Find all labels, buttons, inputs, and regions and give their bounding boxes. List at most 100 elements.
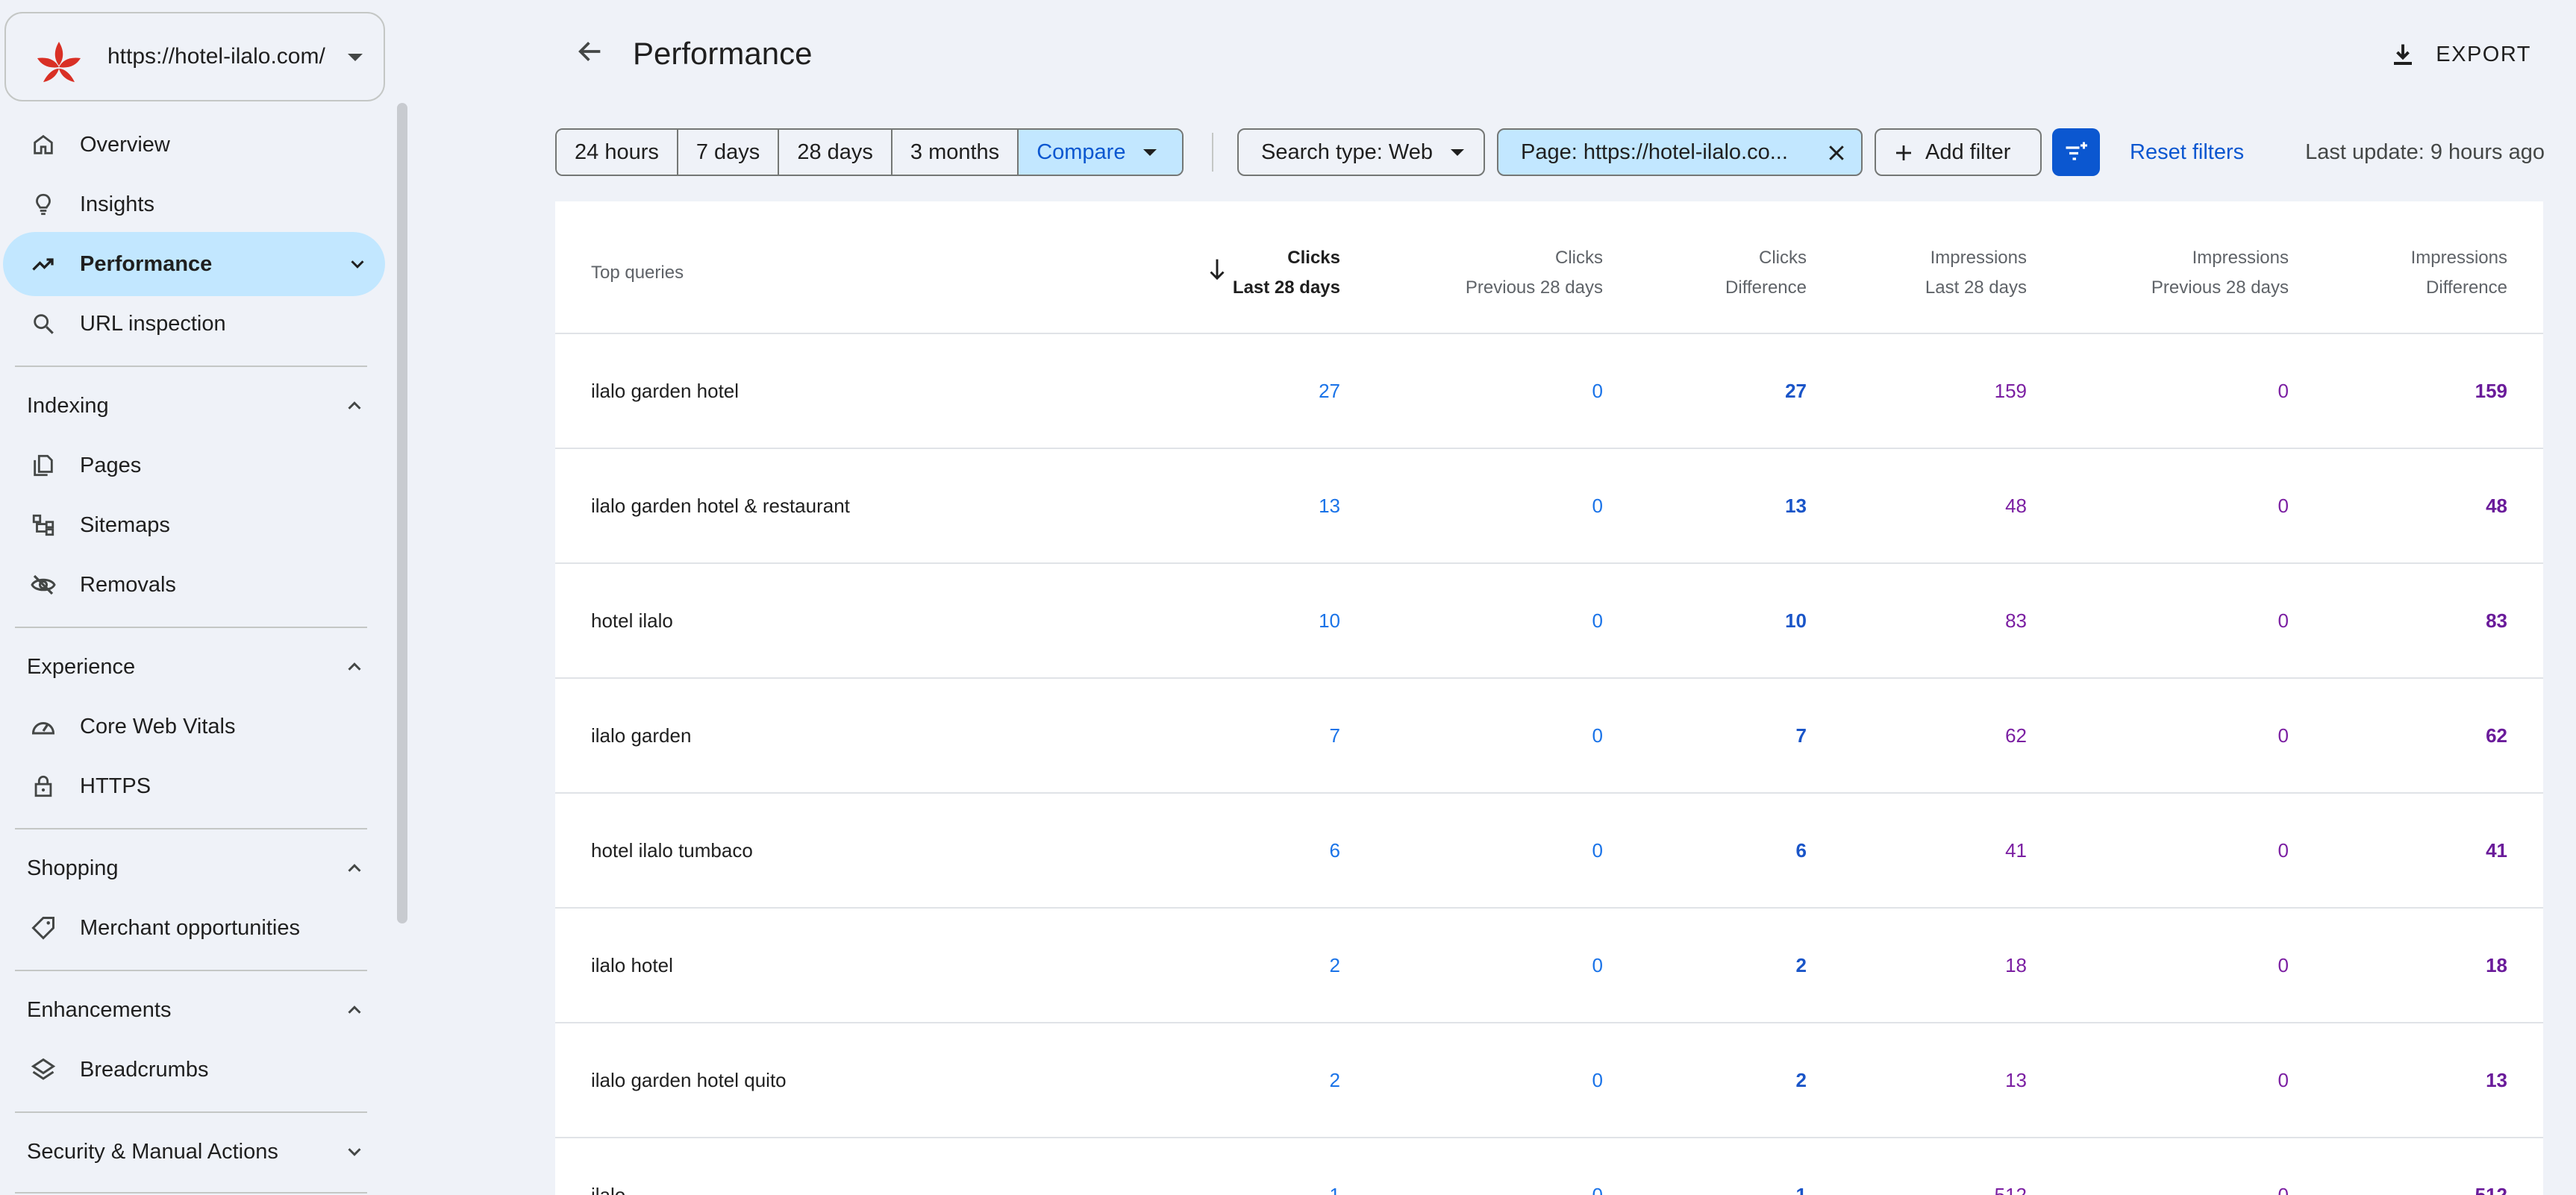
impressions-difference-cell: 18: [2486, 954, 2507, 976]
table-row[interactable]: hotel ilalo tumbaco 6 0 6 41 0 41: [555, 794, 2543, 909]
column-header-top-queries[interactable]: Top queries: [591, 258, 684, 288]
query-cell: ilalo garden: [591, 724, 692, 747]
section-shopping[interactable]: Shopping: [0, 838, 385, 898]
nav-label: Overview: [80, 132, 170, 157]
compare-label: Compare: [1037, 140, 1126, 164]
clicks-last-cell: 27: [1319, 380, 1340, 402]
clicks-previous-cell: 0: [1592, 724, 1603, 747]
table-row[interactable]: ilalo hotel 2 0 2 18 0 18: [555, 909, 2543, 1023]
lightbulb-icon: [27, 188, 60, 221]
back-button[interactable]: [572, 33, 609, 70]
table-row[interactable]: ilalo garden hotel quito 2 0 2 13 0 13: [555, 1023, 2543, 1138]
range-7-days[interactable]: 7 days: [678, 130, 780, 175]
impressions-previous-cell: 0: [2278, 724, 2289, 747]
property-logo-icon: [37, 42, 81, 82]
sidebar-scrollbar[interactable]: [397, 103, 407, 923]
reset-filters-link[interactable]: Reset filters: [2130, 128, 2244, 176]
column-header-impressions-last[interactable]: Impressions Last 28 days: [1925, 243, 2027, 303]
nav-label: Sitemaps: [80, 512, 170, 537]
table-row[interactable]: ilalo garden hotel & restaurant 13 0 13 …: [555, 449, 2543, 564]
page-header: Performance EXPORT: [555, 0, 2576, 112]
impressions-last-cell: 18: [2005, 954, 2027, 976]
column-header-impressions-difference[interactable]: Impressions Difference: [2411, 243, 2507, 303]
eye-off-icon: [27, 568, 60, 601]
clicks-last-cell: 2: [1329, 1069, 1340, 1091]
range-28-days[interactable]: 28 days: [779, 130, 892, 175]
nav-sitemaps[interactable]: Sitemaps: [0, 493, 385, 557]
section-label: Indexing: [27, 393, 109, 418]
section-experience[interactable]: Experience: [0, 637, 385, 697]
filter-list-icon: [2066, 142, 2087, 160]
nav-label: Merchant opportunities: [80, 915, 300, 940]
nav-pages[interactable]: Pages: [0, 433, 385, 498]
nav-breadcrumbs[interactable]: Breadcrumbs: [0, 1038, 385, 1102]
range-24-hours[interactable]: 24 hours: [557, 130, 678, 175]
table-row[interactable]: ilalo 1 0 1 512 0 512: [555, 1138, 2543, 1195]
clicks-difference-cell: 27: [1785, 380, 1807, 402]
chevron-down-icon: [1143, 149, 1157, 156]
impressions-difference-cell: 41: [2486, 839, 2507, 862]
table-row[interactable]: ilalo garden hotel 27 0 27 159 0 159: [555, 334, 2543, 449]
clicks-difference-cell: 2: [1795, 1069, 1807, 1091]
nav-url-inspection[interactable]: URL inspection: [0, 292, 385, 356]
column-header-impressions-previous[interactable]: Impressions Previous 28 days: [2151, 243, 2289, 303]
nav-label: Removals: [80, 572, 176, 597]
impressions-last-cell: 13: [2005, 1069, 2027, 1091]
nav-insights[interactable]: Insights: [0, 172, 385, 236]
impressions-previous-cell: 0: [2278, 1069, 2289, 1091]
chevron-down-icon: [1451, 149, 1464, 156]
query-cell: ilalo: [591, 1184, 626, 1195]
clicks-difference-cell: 13: [1785, 495, 1807, 517]
add-filter-label: Add filter: [1925, 140, 2011, 164]
lock-icon: [27, 770, 60, 803]
nav-label: URL inspection: [80, 311, 226, 336]
section-label: Security & Manual Actions: [27, 1139, 278, 1164]
query-cell: ilalo hotel: [591, 954, 673, 976]
export-button[interactable]: EXPORT: [2389, 36, 2531, 73]
search-type-filter[interactable]: Search type: Web: [1237, 128, 1485, 176]
clicks-difference-cell: 2: [1795, 954, 1807, 976]
table-row[interactable]: hotel ilalo 10 0 10 83 0 83: [555, 564, 2543, 679]
divider: [15, 1192, 367, 1194]
query-cell: hotel ilalo: [591, 609, 673, 632]
impressions-previous-cell: 0: [2278, 954, 2289, 976]
queries-table-card: Top queries Clicks Last 28 days Clicks P…: [555, 201, 2543, 1195]
section-enhancements[interactable]: Enhancements: [0, 980, 385, 1040]
impressions-difference-cell: 13: [2486, 1069, 2507, 1091]
impressions-difference-cell: 83: [2486, 609, 2507, 632]
nav-https[interactable]: HTTPS: [0, 754, 385, 818]
table-header: Top queries Clicks Last 28 days Clicks P…: [555, 201, 2543, 334]
add-filter-button[interactable]: Add filter: [1875, 128, 2042, 176]
clicks-previous-cell: 0: [1592, 495, 1603, 517]
section-label: Enhancements: [27, 997, 172, 1022]
impressions-last-cell: 83: [2005, 609, 2027, 632]
nav-removals[interactable]: Removals: [0, 553, 385, 617]
page-filter-chip[interactable]: Page: https://hotel-ilalo.co...: [1497, 128, 1863, 176]
nav-overview[interactable]: Overview: [0, 113, 385, 177]
section-security-manual-actions[interactable]: Security & Manual Actions: [0, 1122, 385, 1182]
query-cell: ilalo garden hotel: [591, 380, 740, 402]
compare-dropdown[interactable]: Compare: [1019, 130, 1183, 175]
range-3-months[interactable]: 3 months: [892, 130, 1019, 175]
nav-merchant-opportunities[interactable]: Merchant opportunities: [0, 896, 385, 960]
chevron-up-icon: [348, 864, 361, 872]
section-indexing[interactable]: Indexing: [0, 376, 385, 436]
header-line: Last 28 days: [1232, 277, 1340, 298]
header-line: Impressions: [2192, 248, 2289, 268]
close-icon[interactable]: [1825, 142, 1848, 164]
query-cell: ilalo garden hotel quito: [591, 1069, 787, 1091]
arrow-down-icon[interactable]: [1206, 257, 1228, 282]
impressions-difference-cell: 62: [2486, 724, 2507, 747]
clicks-last-cell: 6: [1329, 839, 1340, 862]
header-line: Previous 28 days: [2151, 277, 2289, 298]
table-row[interactable]: ilalo garden 7 0 7 62 0 62: [555, 679, 2543, 794]
property-selector[interactable]: https://hotel-ilalo.com/: [4, 12, 385, 101]
header-line: Difference: [1725, 277, 1807, 298]
nav-performance[interactable]: Performance: [3, 232, 385, 296]
nav-core-web-vitals[interactable]: Core Web Vitals: [0, 694, 385, 759]
column-header-clicks-previous[interactable]: Clicks Previous 28 days: [1466, 243, 1603, 303]
column-header-clicks-last[interactable]: Clicks Last 28 days: [1233, 243, 1340, 303]
column-header-clicks-difference[interactable]: Clicks Difference: [1725, 243, 1807, 303]
filter-settings-button[interactable]: [2052, 128, 2100, 176]
header-line: Impressions: [2410, 248, 2507, 268]
